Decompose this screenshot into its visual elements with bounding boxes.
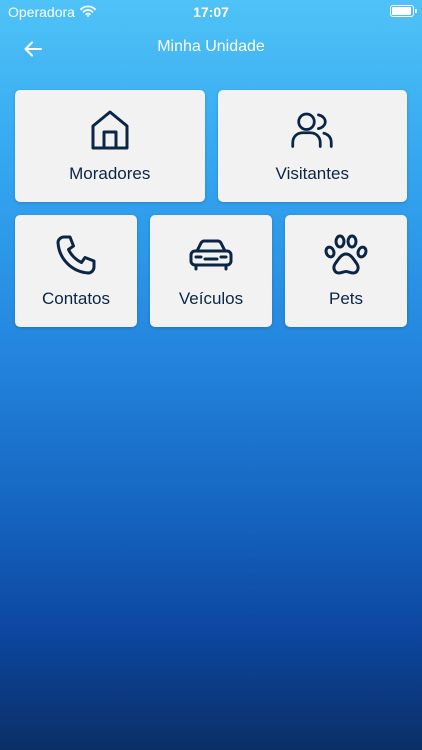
tile-label: Pets <box>328 289 364 308</box>
menu-row: Moradores Visitantes <box>15 90 407 202</box>
tile-label: Moradores <box>69 164 151 183</box>
battery-level <box>392 7 411 15</box>
status-bar: Operadora 17:07 <box>0 0 422 24</box>
tile-contatos[interactable]: Contatos <box>15 215 137 327</box>
nav-bar: Minha Unidade <box>0 30 422 66</box>
tile-visitantes[interactable]: Visitantes <box>217 90 407 202</box>
menu-row: Contatos Veículos Pets <box>15 215 407 327</box>
tile-label: Contatos <box>41 289 111 308</box>
battery-icon <box>390 5 417 17</box>
unit-menu-grid: Moradores Visitantes Contatos Veículos P… <box>15 90 407 340</box>
page-title: Minha Unidade <box>157 38 265 55</box>
house-icon <box>88 108 132 152</box>
tile-pets[interactable]: Pets <box>285 215 407 327</box>
tile-moradores[interactable]: Moradores <box>15 90 205 202</box>
users-icon <box>290 108 334 152</box>
tile-label: Veículos <box>178 289 244 308</box>
paw-icon <box>324 233 368 277</box>
tile-label: Visitantes <box>275 164 349 183</box>
car-icon <box>189 233 233 277</box>
phone-icon <box>54 233 98 277</box>
tile-veiculos[interactable]: Veículos <box>150 215 272 327</box>
status-time: 17:07 <box>193 4 229 20</box>
